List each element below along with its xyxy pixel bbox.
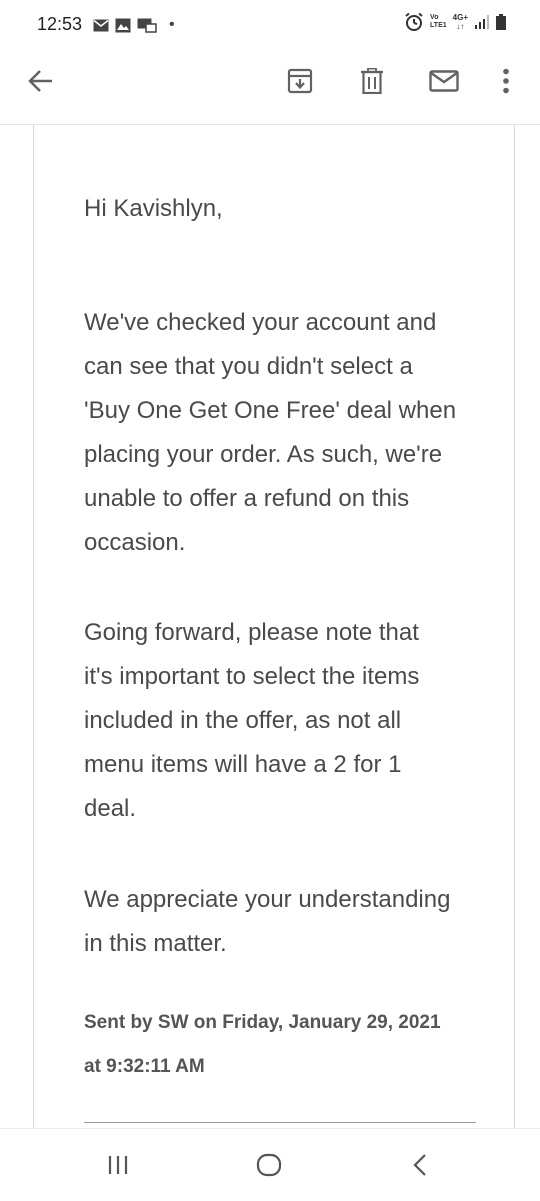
status-left-icons: • — [93, 16, 175, 34]
archive-icon — [287, 68, 313, 94]
system-nav-bar — [0, 1128, 540, 1201]
status-right-icons: Vo LTE1 4G+ ↓↑ — [404, 12, 506, 32]
mark-unread-button[interactable] — [424, 61, 464, 101]
volte-icon: Vo LTE1 — [430, 14, 447, 30]
text-line: 'Buy One Get One Free' deal when — [84, 397, 457, 424]
text-line: deal. — [84, 795, 137, 822]
text-line: included in the offer, as not all — [84, 707, 402, 734]
mail-icon — [93, 19, 109, 31]
home-icon — [256, 1153, 282, 1177]
signal-icon — [475, 15, 489, 29]
text-line: Going forward, please note that — [84, 619, 419, 646]
email-greeting: Hi Kavishlyn, — [84, 195, 223, 222]
status-dot: • — [169, 16, 175, 33]
text-line: We've checked your account and — [84, 309, 437, 336]
back-arrow-button[interactable] — [21, 61, 61, 101]
frame-border-right — [514, 125, 515, 1128]
lte-label: LTE1 — [430, 22, 447, 29]
mail-icon — [429, 70, 459, 92]
back-arrow-icon — [28, 70, 52, 92]
status-bar: 12:53 • Vo LTE1 4G+ ↓↑ — [0, 0, 540, 50]
back-button[interactable] — [400, 1147, 440, 1183]
text-line: occasion. — [84, 529, 186, 556]
email-body: Hi Kavishlyn, We've checked your account… — [0, 125, 540, 1128]
volte-label: Vo — [430, 14, 439, 21]
alarm-icon — [405, 12, 423, 31]
text-line: in this matter. — [84, 930, 227, 957]
text-line: Sent by SW on Friday, January 29, 2021 — [84, 1012, 441, 1033]
battery-icon — [496, 14, 506, 30]
text-line: We appreciate your understanding — [84, 886, 451, 913]
text-line: it's important to select the items — [84, 663, 420, 690]
back-icon — [413, 1154, 426, 1176]
text-line: at 9:32:11 AM — [84, 1056, 205, 1077]
delete-button[interactable] — [352, 61, 392, 101]
image-icon — [115, 18, 131, 32]
text-line: menu items will have a 2 for 1 — [84, 751, 402, 778]
trash-icon — [361, 68, 383, 94]
email-paragraph-2: Going forward, please note that it's imp… — [84, 611, 484, 831]
home-button[interactable] — [249, 1147, 289, 1183]
email-paragraph-3: We appreciate your understanding in this… — [84, 878, 484, 966]
screen-icon — [137, 18, 157, 33]
data-arrows-icon: ↓↑ — [456, 22, 465, 31]
footer-divider — [84, 1122, 476, 1123]
email-paragraph-1: We've checked your account and can see t… — [84, 301, 484, 565]
text-line: placing your order. As such, we're — [84, 441, 443, 468]
sent-by-footer: Sent by SW on Friday, January 29, 2021 a… — [84, 1001, 484, 1089]
text-line: unable to offer a refund on this — [84, 485, 410, 512]
text-line: can see that you didn't select a — [84, 353, 413, 380]
email-toolbar — [0, 50, 540, 125]
more-vert-icon — [503, 68, 509, 94]
network-label: 4G+ — [452, 13, 468, 22]
status-time: 12:53 — [37, 14, 83, 34]
more-options-button[interactable] — [486, 61, 526, 101]
frame-border-left — [33, 125, 34, 1128]
recents-icon — [108, 1156, 128, 1174]
archive-button[interactable] — [280, 61, 320, 101]
4g-icon: 4G+ ↓↑ — [453, 13, 468, 31]
recents-button[interactable] — [98, 1147, 138, 1183]
